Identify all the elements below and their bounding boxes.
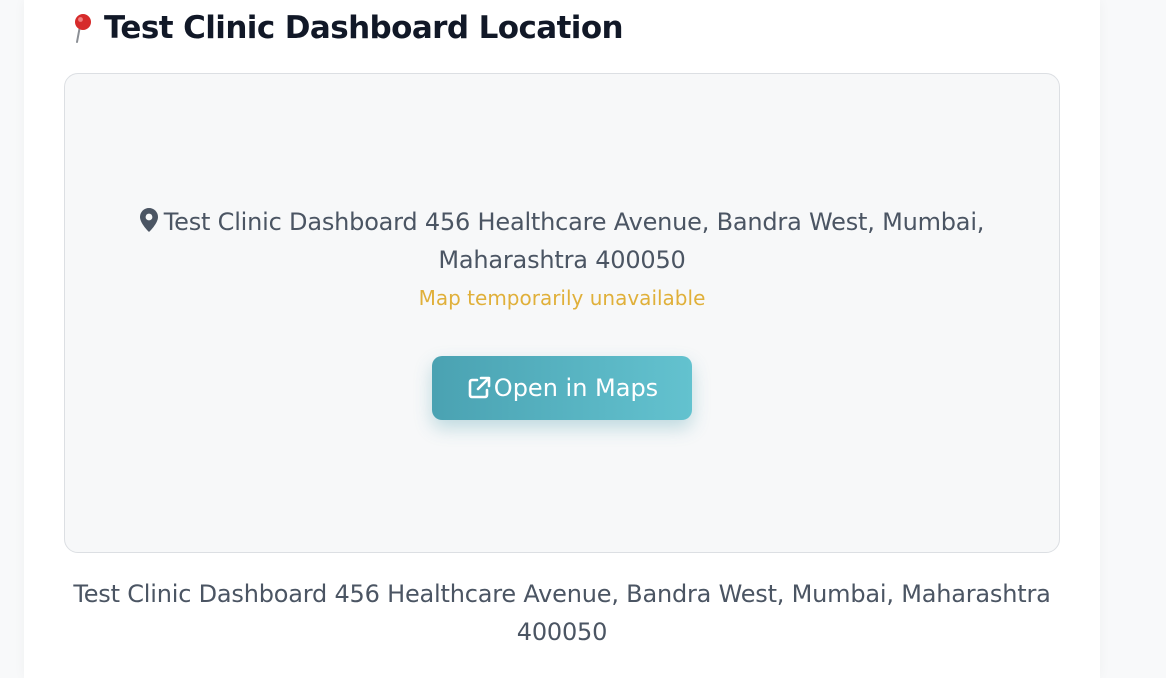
map-address-line-2: Maharashtra 400050	[438, 246, 686, 274]
open-in-maps-label: Open in Maps	[493, 374, 659, 402]
footer-address-line-2: 400050	[516, 618, 608, 646]
map-status-text: Map temporarily unavailable	[418, 286, 706, 310]
open-in-maps-button[interactable]: Open in Maps	[432, 356, 692, 420]
external-link-icon	[466, 375, 492, 401]
map-marker-icon	[139, 208, 158, 238]
footer-address-line-1: Test Clinic Dashboard 456 Healthcare Ave…	[73, 580, 1051, 608]
map-container	[64, 73, 1060, 553]
section-header: Test Clinic Dashboard Location	[68, 8, 624, 48]
page-title: Test Clinic Dashboard Location	[104, 10, 624, 46]
map-address-text-1: Test Clinic Dashboard 456 Healthcare Ave…	[163, 208, 985, 236]
map-address-line-1: Test Clinic Dashboard 456 Healthcare Ave…	[64, 208, 1060, 238]
round-pushpin-icon	[68, 12, 96, 44]
